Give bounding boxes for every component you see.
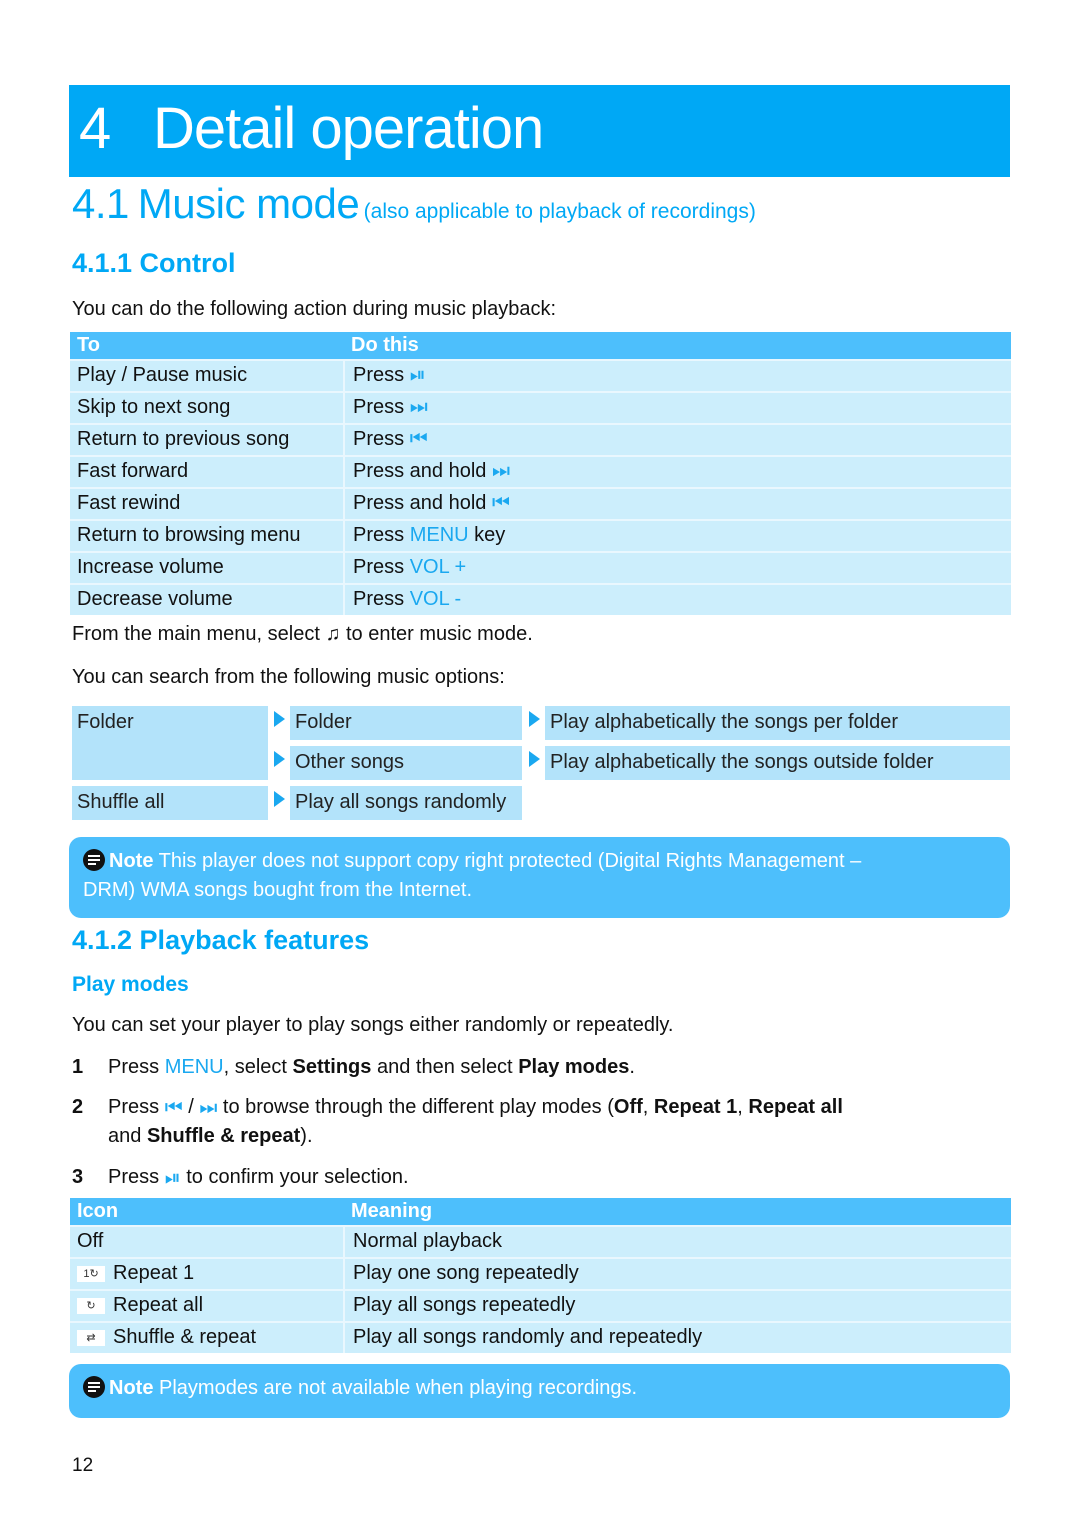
option-shuffle-all: Shuffle all xyxy=(72,786,268,820)
section-title: 4.1 Music mode (also applicable to playb… xyxy=(72,180,756,228)
meaning-cell: Normal playback xyxy=(353,1230,502,1252)
table-row: Increase volume Press VOL + xyxy=(70,551,1011,583)
instruction-cell: Press VOL - xyxy=(353,588,462,610)
previous-track-icon: ⏮ xyxy=(409,428,428,451)
mode-cell: ↻ Repeat all xyxy=(70,1291,345,1321)
main-menu-instruction: From the main menu, select ♫ to enter mu… xyxy=(72,623,533,646)
instruction-cell: Press ⏮ xyxy=(345,425,1011,455)
table-row: Fast rewind Press and hold ⏮ xyxy=(70,487,1011,519)
option-other-songs: Other songs xyxy=(290,746,522,780)
chapter-number: 4 xyxy=(79,96,112,161)
instruction-cell: Press and hold ⏭ xyxy=(345,457,1011,487)
section-number: 4.1 xyxy=(72,180,129,227)
step-2: 2 Press ⏮ / ⏭ to browse through the diff… xyxy=(72,1092,1012,1152)
instruction-cell: Press MENU key xyxy=(353,524,506,546)
arrow-right-icon xyxy=(274,791,285,807)
action-cell: Play / Pause music xyxy=(70,361,345,391)
action-cell: Fast rewind xyxy=(70,489,345,519)
next-track-icon: ⏭ xyxy=(491,460,510,483)
instruction-cell: Press ⏭ xyxy=(345,393,1011,423)
play-modes-table: Icon Meaning Off Normal playback 1↻ Repeat … xyxy=(70,1198,1011,1353)
table-header: Icon Meaning xyxy=(70,1198,1011,1225)
instruction-cell: Press and hold ⏮ xyxy=(345,489,1011,519)
note-text: This player does not support copy right … xyxy=(158,850,862,872)
arrow-right-icon xyxy=(529,751,540,767)
step-3: 3 Press ⏯ to confirm your selection. xyxy=(72,1162,1012,1192)
note-label: Note xyxy=(109,1377,154,1399)
repeat-one-icon: 1↻ xyxy=(77,1265,105,1282)
meaning-cell: Play all songs randomly and repeatedly xyxy=(353,1326,703,1348)
meaning-cell: Play one song repeatedly xyxy=(353,1262,579,1284)
action-cell: Increase volume xyxy=(70,553,345,583)
previous-track-icon: ⏮ xyxy=(164,1096,183,1119)
key-name: VOL - xyxy=(409,588,462,610)
repeat-all-icon: ↻ xyxy=(77,1297,105,1314)
section-name: Music mode xyxy=(137,180,360,227)
option-folder-desc: Play alphabetically the songs per folder xyxy=(545,706,1010,740)
table-header: To Do this xyxy=(70,332,1011,359)
table-row: Skip to next song Press ⏭ xyxy=(70,391,1011,423)
action-cell: Fast forward xyxy=(70,457,345,487)
chapter-title: Detail operation xyxy=(153,96,544,161)
table-row: ⇄ Shuffle & repeat Play all songs randomly… xyxy=(70,1321,1011,1353)
mode-cell: Off xyxy=(70,1227,345,1257)
table-row: ↻ Repeat all Play all songs repeatedly xyxy=(70,1289,1011,1321)
mode-cell: 1↻ Repeat 1 xyxy=(70,1259,345,1289)
option-shuffle-desc: Play all songs randomly xyxy=(290,786,522,820)
mode-cell: ⇄ Shuffle & repeat xyxy=(70,1323,345,1353)
table-row: Decrease volume Press VOL - xyxy=(70,583,1011,615)
page-number: 12 xyxy=(72,1455,94,1476)
step-1: 1 Press MENU, select Settings and then s… xyxy=(72,1056,635,1078)
note-label: Note xyxy=(109,850,154,872)
key-name: VOL + xyxy=(409,556,467,578)
arrow-right-icon xyxy=(274,751,285,767)
meaning-cell: Play all songs repeatedly xyxy=(353,1294,576,1316)
note-text-2: DRM) WMA songs bought from the Internet. xyxy=(83,879,473,901)
action-cell: Return to previous song xyxy=(70,425,345,455)
chapter-header: 4 Detail operation xyxy=(69,85,1010,177)
instruction-cell: Press VOL + xyxy=(353,556,467,578)
control-intro: You can do the following action during m… xyxy=(72,298,557,320)
playback-intro: You can set your player to play songs ei… xyxy=(72,1014,674,1036)
option-other-songs-desc: Play alphabetically the songs outside fo… xyxy=(545,746,1010,780)
control-table: To Do this Play / Pause music Press ⏯ Skip… xyxy=(70,332,1011,615)
option-folder: Folder xyxy=(72,706,268,780)
shuffle-repeat-icon: ⇄ xyxy=(77,1329,105,1346)
arrow-right-icon xyxy=(274,711,285,727)
play-modes-heading: Play modes xyxy=(72,973,189,996)
arrow-right-icon xyxy=(529,711,540,727)
previous-track-icon: ⏮ xyxy=(491,492,510,515)
action-cell: Skip to next song xyxy=(70,393,345,423)
table-row: Off Normal playback xyxy=(70,1225,1011,1257)
next-track-icon: ⏭ xyxy=(409,396,428,419)
header-do-this: Do this xyxy=(351,334,419,356)
note-playmodes: Note Playmodes are not available when pl… xyxy=(69,1364,1010,1418)
table-row: Return to previous song Press ⏮ xyxy=(70,423,1011,455)
music-note-icon: ♫ xyxy=(325,623,341,646)
key-name: MENU xyxy=(409,524,469,546)
note-text: Playmodes are not available when playing… xyxy=(159,1377,638,1399)
play-pause-icon: ⏯ xyxy=(164,1166,181,1189)
header-to: To xyxy=(77,334,100,356)
note-icon xyxy=(83,849,105,871)
header-icon: Icon xyxy=(77,1200,119,1222)
play-pause-icon: ⏯ xyxy=(409,364,426,387)
table-row: Play / Pause music Press ⏯ xyxy=(70,359,1011,391)
action-cell: Return to browsing menu xyxy=(70,521,345,551)
option-folder-sub: Folder xyxy=(290,706,522,740)
note-drm: Note This player does not support copy r… xyxy=(69,837,1010,918)
instruction-cell: Press ⏯ xyxy=(345,361,1011,391)
search-intro: You can search from the following music … xyxy=(72,666,505,688)
control-heading: 4.1.1 Control xyxy=(72,248,236,278)
header-meaning: Meaning xyxy=(351,1200,433,1222)
table-row: 1↻ Repeat 1 Play one song repeatedly xyxy=(70,1257,1011,1289)
action-cell: Decrease volume xyxy=(70,585,345,615)
table-row: Return to browsing menu Press MENU key xyxy=(70,519,1011,551)
table-row: Fast forward Press and hold ⏭ xyxy=(70,455,1011,487)
playback-heading: 4.1.2 Playback features xyxy=(72,925,370,955)
note-icon xyxy=(83,1376,105,1398)
section-subtitle: (also applicable to playback of recordin… xyxy=(363,200,756,223)
next-track-icon: ⏭ xyxy=(199,1096,218,1119)
